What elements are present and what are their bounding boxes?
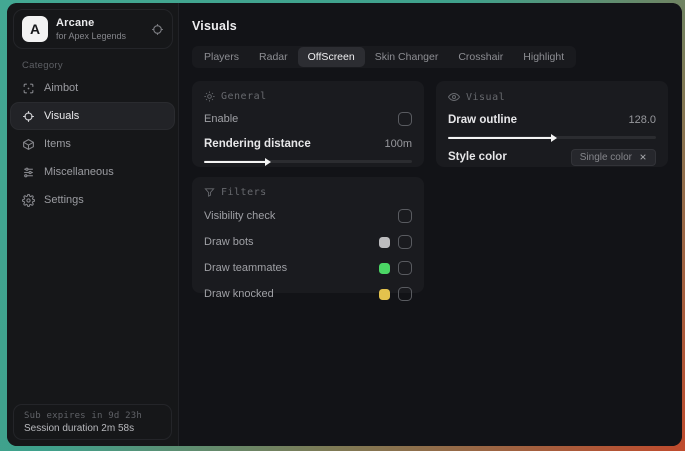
sidebar-item-visuals[interactable]: Visuals	[11, 103, 174, 129]
visuals-crosshair-icon	[22, 110, 35, 123]
enable-label: Enable	[204, 113, 239, 125]
general-panel-header: General	[204, 91, 412, 102]
draw-bots-label: Draw bots	[204, 236, 254, 248]
sub-expires-text: Sub expires in 9d 23h	[24, 410, 142, 421]
sun-icon	[204, 91, 215, 102]
visibility-check-label: Visibility check	[204, 210, 276, 222]
slider-thumb-arrow[interactable]	[551, 133, 557, 142]
visibility-check-row: Visibility check	[204, 208, 412, 224]
style-color-value: Single color	[579, 151, 632, 163]
page-title: Visuals	[192, 19, 237, 33]
sidebar-item-aimbot[interactable]: Aimbot	[11, 75, 174, 101]
crosshair-target-icon[interactable]	[151, 23, 164, 36]
sidebar-nav: Aimbot Visuals Items Miscellaneous Setti…	[11, 75, 174, 213]
slider-fill	[448, 136, 552, 139]
draw-knocked-label: Draw knocked	[204, 288, 274, 300]
draw-outline-label: Draw outline	[448, 114, 518, 126]
tab-radar[interactable]: Radar	[249, 47, 298, 67]
category-label: Category	[22, 60, 63, 71]
sidebar-item-label: Miscellaneous	[44, 166, 114, 178]
draw-teammates-color-swatch[interactable]	[379, 262, 390, 274]
subscription-info-card: Sub expires in 9d 23h Session duration 2…	[13, 404, 172, 440]
gear-icon	[22, 193, 35, 207]
sliders-icon	[22, 166, 35, 179]
enable-row: Enable	[204, 111, 412, 127]
app-name: Arcane	[56, 17, 95, 29]
filters-panel-header: Filters	[204, 187, 412, 198]
draw-knocked-checkbox[interactable]	[398, 287, 412, 301]
app-window: A Arcane for Apex Legends Category Aimbo…	[7, 3, 682, 446]
sidebar-item-label: Aimbot	[44, 82, 79, 94]
aimbot-scan-icon	[22, 82, 35, 95]
sidebar-item-label: Visuals	[44, 110, 80, 122]
style-color-row: Style color Single color	[448, 148, 656, 166]
draw-teammates-label: Draw teammates	[204, 262, 288, 274]
close-icon[interactable]	[639, 153, 647, 161]
sidebar-item-miscellaneous[interactable]: Miscellaneous	[11, 159, 174, 185]
general-panel-title: General	[221, 91, 267, 102]
draw-outline-row: Draw outline 128.0	[448, 112, 656, 128]
draw-knocked-color-swatch[interactable]	[379, 288, 390, 300]
rendering-distance-label: Rendering distance	[204, 138, 311, 150]
tab-highlight[interactable]: Highlight	[513, 47, 574, 67]
draw-teammates-checkbox[interactable]	[398, 261, 412, 275]
tab-offscreen[interactable]: OffScreen	[297, 47, 365, 67]
tab-players[interactable]: Players	[194, 47, 249, 67]
filters-panel-title: Filters	[221, 187, 267, 198]
tab-skin-changer[interactable]: Skin Changer	[365, 47, 449, 67]
draw-outline-value: 128.0	[628, 114, 656, 126]
session-duration-text: Session duration 2m 58s	[24, 422, 135, 434]
general-panel: General Enable Rendering distance 100m	[192, 81, 424, 167]
draw-bots-row: Draw bots	[204, 234, 412, 250]
sidebar-item-settings[interactable]: Settings	[11, 187, 174, 213]
main-content: Visuals Players Radar OffScreen Skin Cha…	[179, 3, 682, 446]
draw-teammates-row: Draw teammates	[204, 260, 412, 276]
visual-panel-header: Visual	[448, 91, 656, 103]
rendering-distance-value: 100m	[384, 138, 412, 150]
sidebar-item-items[interactable]: Items	[11, 131, 174, 157]
enable-checkbox[interactable]	[398, 112, 412, 126]
tab-crosshair[interactable]: Crosshair	[448, 47, 513, 67]
sidebar: A Arcane for Apex Legends Category Aimbo…	[7, 3, 179, 446]
app-logo: A	[22, 16, 48, 42]
tab-bar: Players Radar OffScreen Skin Changer Cro…	[192, 46, 577, 68]
filters-panel: Filters Visibility check Draw bots Draw …	[192, 177, 424, 301]
draw-knocked-row: Draw knocked	[204, 286, 412, 302]
eye-icon	[448, 91, 460, 103]
app-meta: Arcane for Apex Legends	[56, 17, 151, 41]
style-color-label: Style color	[448, 151, 507, 163]
rendering-distance-slider[interactable]	[204, 157, 412, 166]
visibility-check-checkbox[interactable]	[398, 209, 412, 223]
draw-bots-color-swatch[interactable]	[379, 236, 390, 248]
box-icon	[22, 138, 35, 151]
sidebar-item-label: Items	[44, 138, 71, 150]
draw-bots-checkbox[interactable]	[398, 235, 412, 249]
draw-outline-slider[interactable]	[448, 133, 656, 142]
funnel-icon	[204, 187, 215, 198]
visual-panel-title: Visual	[466, 91, 506, 103]
slider-thumb-arrow[interactable]	[265, 157, 272, 166]
app-header-card: A Arcane for Apex Legends	[13, 9, 173, 49]
slider-fill	[204, 160, 267, 163]
app-subtitle: for Apex Legends	[56, 31, 127, 41]
rendering-distance-row: Rendering distance 100m	[204, 136, 412, 152]
style-color-select[interactable]: Single color	[570, 148, 656, 166]
sidebar-item-label: Settings	[44, 194, 84, 206]
visual-panel: Visual Draw outline 128.0 Style color Si…	[436, 81, 668, 167]
